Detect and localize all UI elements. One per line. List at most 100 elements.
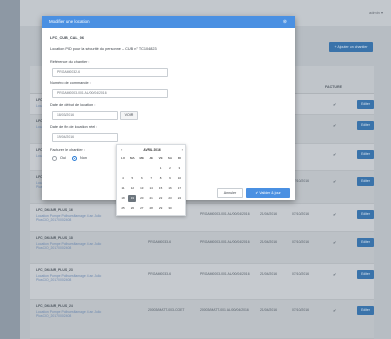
check-icon: ✔ — [333, 179, 337, 184]
edit-button[interactable]: Editer — [357, 238, 374, 247]
calendar-day[interactable]: 13 — [138, 185, 146, 192]
calendar-day[interactable]: 16 — [166, 185, 174, 192]
weekday-header: VE — [158, 156, 163, 160]
invoice-yes-radio[interactable] — [52, 156, 57, 161]
start-date-label: Date de début de location : — [50, 103, 96, 107]
calendar-day[interactable]: 21 — [147, 195, 155, 202]
weekday-header: DI — [177, 156, 181, 160]
column-header-facture: FACTURE — [325, 85, 342, 89]
calendar-day[interactable]: 18 — [119, 195, 127, 202]
check-icon: ✔ — [333, 123, 337, 128]
check-icon: ✔ — [333, 308, 337, 313]
edit-button[interactable]: Editer — [357, 177, 374, 186]
calendar-day[interactable]: 10 — [175, 175, 183, 182]
location-description: Location PID pour la sécurité du personn… — [50, 47, 157, 51]
calendar-day[interactable]: 24 — [175, 195, 183, 202]
start-date-input[interactable]: 18/03/2016 — [52, 111, 118, 120]
calendar-day[interactable]: 2 — [166, 165, 174, 172]
user-menu[interactable]: admin ▾ — [369, 10, 383, 15]
edit-button[interactable]: Editer — [357, 121, 374, 130]
check-icon: ✔ — [333, 240, 337, 245]
calendar-day[interactable]: 29 — [157, 205, 165, 212]
invoice-no-label: Non — [80, 156, 87, 160]
edit-button[interactable]: Editer — [357, 210, 374, 219]
calendar-day[interactable]: 3 — [175, 165, 183, 172]
cell-desc: Location Pompe Polhuesflamage 4 an Julio… — [36, 242, 102, 250]
cell-cmd: PRGAM0003-001 AL/00/04/2016 — [200, 240, 250, 244]
weekday-header: JE — [149, 156, 154, 160]
location-code: LFC_CUB_CAL_06 — [50, 36, 84, 40]
calendar-day[interactable]: 14 — [147, 185, 155, 192]
table-row: LFC_DK/AIR_PLUS_18 Location Pompe Polhues… — [30, 232, 374, 264]
calendar-day[interactable]: 12 — [128, 185, 136, 192]
invoice-yes-label: Oui — [60, 156, 66, 160]
edit-button[interactable]: Editer — [357, 100, 374, 109]
calendar-day[interactable]: 11 — [119, 185, 127, 192]
cell-d2: 07/10/2016 — [292, 308, 309, 312]
table-row: LFC_DK/AIR_PLUS_23 Location Pompe Polhues… — [30, 264, 374, 300]
check-icon: ✔ — [333, 272, 337, 277]
order-number-label: Numéro de commande : — [50, 81, 91, 85]
calendar-day[interactable]: 6 — [138, 175, 146, 182]
save-button[interactable]: ✔ Valider & jour — [246, 188, 290, 198]
cell-desc: Location Pompe Polhuesflamage 4 an Julio… — [36, 310, 102, 318]
calendar-day[interactable]: 26 — [128, 205, 136, 212]
cell-desc: Location Pompe Polhuesflamage 4 an Julio… — [36, 274, 102, 282]
cancel-button[interactable]: Annuler — [217, 188, 243, 198]
calendar-day[interactable]: 28 — [147, 205, 155, 212]
cell-d1: 21/04/2016 — [260, 272, 277, 276]
calendar-day[interactable]: 27 — [138, 205, 146, 212]
add-site-button[interactable]: + Ajouter un chantier — [329, 42, 373, 52]
calendar-day[interactable]: 30 — [166, 205, 174, 212]
cell-d2: 07/10/2016 — [292, 212, 309, 216]
calendar-day[interactable]: 23 — [166, 195, 174, 202]
invoice-label: Facturer le chantier : — [50, 148, 85, 152]
cell-d1: 21/04/2016 — [260, 308, 277, 312]
cell-d2: 07/10/2016 — [292, 272, 309, 276]
selected-day[interactable]: 19 — [128, 195, 137, 202]
check-icon: ✔ — [333, 102, 337, 107]
reference-label: Référence du chantier : — [50, 60, 90, 64]
close-icon[interactable]: ⊗ — [283, 16, 287, 28]
cell-d1: 21/04/2016 — [260, 212, 277, 216]
cell-cmd: PRGAM0003-001 AL/00/04/2016 — [200, 212, 250, 216]
calendar-day[interactable]: 15 — [157, 185, 165, 192]
cell-code: LFC_DK/AIR_PLUS_24 — [36, 304, 73, 308]
cell-ref: PRGAM0033-6 — [148, 272, 171, 276]
weekday-header: LU — [121, 156, 125, 160]
calendar-day[interactable]: 1 — [157, 165, 165, 172]
edit-button[interactable]: Editer — [357, 306, 374, 315]
next-month-icon[interactable]: › — [182, 147, 183, 152]
edit-button[interactable]: Editer — [357, 150, 374, 159]
date-picker: ‹ AVRIL 2016 › LU MA ME JE VE SA DI 1 2 3 4 5 6 7 8 9 10… — [116, 144, 186, 216]
calendar-day[interactable]: 9 — [166, 175, 174, 182]
cell-code: LFC_DK/AIR_PLUS_16 — [36, 208, 73, 212]
view-button[interactable]: VOIR — [120, 111, 138, 120]
cell-ref: PRGAM0033-6 — [148, 240, 171, 244]
invoice-no-radio[interactable] — [72, 156, 77, 161]
calendar-day[interactable]: 20 — [138, 195, 146, 202]
cell-cmd: 20003/MATT-001 AL/00/04/2016 — [200, 308, 249, 312]
end-date-label: Date de fin de location réel : — [50, 125, 98, 129]
edit-button[interactable]: Editer — [357, 270, 374, 279]
order-number-input[interactable]: PRGAM0003-001 AL/00/04/2016 — [52, 89, 168, 98]
cell-d1: 21/04/2016 — [260, 240, 277, 244]
date-picker-title[interactable]: AVRIL 2016 — [117, 148, 187, 152]
calendar-day[interactable]: 17 — [175, 185, 183, 192]
cell-d2: 07/10/2016 — [292, 240, 309, 244]
calendar-day[interactable]: 22 — [157, 195, 165, 202]
calendar-day[interactable]: 8 — [157, 175, 165, 182]
reference-input[interactable]: PRGAM0032-6 — [52, 68, 168, 77]
calendar-day[interactable]: 4 — [119, 175, 127, 182]
calendar-day[interactable]: 25 — [119, 205, 127, 212]
calendar-day[interactable]: 7 — [147, 175, 155, 182]
cell-cmd: PRGAM0003-001 AL/00/04/2016 — [200, 272, 250, 276]
end-date-input[interactable]: 19/04/2016 — [52, 133, 118, 142]
table-row: LFC_DK/AIR_PLUS_16 Location Pompe Polhues… — [30, 204, 374, 232]
check-icon: ✔ — [333, 152, 337, 157]
calendar-day[interactable]: 5 — [128, 175, 136, 182]
cell-ref: 20003/MATT-003-COET — [148, 308, 185, 312]
weekday-header: ME — [139, 156, 145, 160]
table-row: LFC_DK/AIR_PLUS_24 Location Pompe Polhues… — [30, 300, 374, 339]
check-icon: ✔ — [333, 212, 337, 217]
